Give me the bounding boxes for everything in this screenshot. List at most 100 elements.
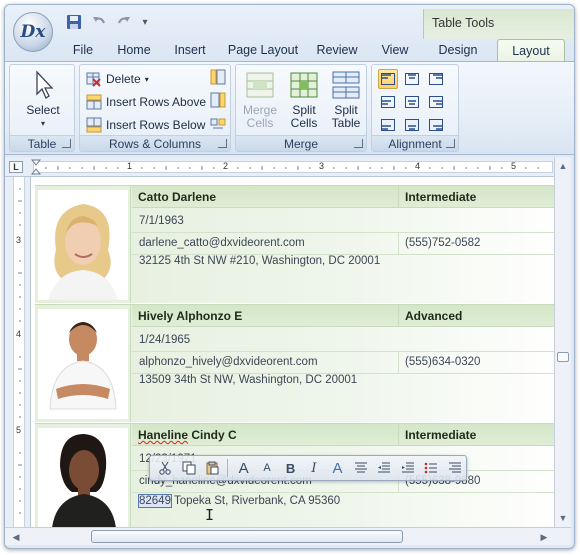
customize-qat-icon[interactable]: ▾ bbox=[138, 17, 152, 28]
merge-cells-icon bbox=[246, 72, 274, 98]
redo-icon[interactable] bbox=[113, 12, 135, 32]
font-color-icon[interactable]: A bbox=[326, 457, 348, 479]
align-middle-right-icon[interactable] bbox=[426, 92, 446, 112]
address: 32125 4th St NW #210, Washington, DC 200… bbox=[139, 255, 381, 267]
delete-button[interactable]: Delete ▾ bbox=[86, 69, 149, 89]
employee-name: Catto Darlene bbox=[138, 190, 217, 204]
app-window: Dx ▾ Table Tools File Home Insert Page L… bbox=[4, 4, 575, 549]
dialog-launcher-icon[interactable] bbox=[446, 139, 455, 148]
tab-design[interactable]: Design bbox=[429, 39, 487, 61]
scroll-up-icon[interactable]: ▲ bbox=[558, 161, 568, 171]
scroll-left-icon[interactable]: ◀ bbox=[11, 532, 21, 542]
undo-icon[interactable] bbox=[88, 12, 110, 32]
table-row: Hively Alphonzo E Advanced 1/24/1965 alp… bbox=[35, 304, 565, 422]
dialog-launcher-icon[interactable] bbox=[218, 139, 227, 148]
email: darlene_catto@dxvideorent.com bbox=[139, 237, 305, 249]
vertical-ruler[interactable]: 3 4 5 bbox=[5, 177, 31, 527]
cell-divider bbox=[398, 424, 399, 446]
mini-toolbar: A A B I A bbox=[149, 455, 467, 481]
merge-cells-button[interactable]: Merge Cells bbox=[238, 69, 282, 133]
toolbar-separator bbox=[227, 459, 229, 477]
employee-level: Advanced bbox=[405, 309, 463, 323]
delete-table-icon bbox=[86, 72, 101, 87]
paste-icon[interactable] bbox=[201, 457, 223, 479]
merge-cells-label: Merge Cells bbox=[242, 103, 277, 130]
save-icon[interactable] bbox=[63, 12, 85, 32]
address[interactable]: 82649 Topeka St, Riverbank, CA 95360 bbox=[138, 494, 341, 508]
split-cells-button[interactable]: Split Cells bbox=[282, 69, 326, 133]
row-divider bbox=[132, 232, 565, 233]
align-center-icon[interactable] bbox=[350, 457, 372, 479]
table-tools-header: Table Tools bbox=[423, 9, 574, 39]
paragraph-icon[interactable] bbox=[444, 457, 466, 479]
select-button[interactable]: Select ▾ bbox=[21, 69, 65, 133]
selected-text[interactable]: 82649 bbox=[138, 494, 172, 508]
tab-insert[interactable]: Insert bbox=[165, 39, 215, 61]
shrink-font-icon[interactable]: A bbox=[256, 457, 278, 479]
tab-stop-selector[interactable]: L bbox=[9, 161, 23, 173]
context-group-label: Table Tools bbox=[432, 16, 495, 30]
ruler-number: 5 bbox=[16, 425, 22, 435]
dropdown-arrow-icon: ▾ bbox=[40, 119, 45, 128]
tab-review[interactable]: Review bbox=[311, 39, 363, 61]
align-top-left-icon[interactable] bbox=[378, 69, 398, 89]
rows-columns-group-label: Rows & Columns bbox=[80, 135, 230, 151]
align-bottom-right-icon[interactable] bbox=[426, 115, 446, 135]
tab-layout[interactable]: Layout bbox=[497, 39, 565, 62]
insert-rows-below-button[interactable]: Insert Rows Below bbox=[86, 115, 205, 135]
copy-icon[interactable] bbox=[177, 457, 199, 479]
split-table-button[interactable]: Split Table bbox=[324, 69, 368, 133]
ruler-number: 2 bbox=[223, 161, 229, 171]
cut-icon[interactable] bbox=[154, 457, 176, 479]
horizontal-ruler[interactable]: L 1 2 3 4 5 bbox=[5, 157, 565, 177]
cell-divider bbox=[398, 305, 399, 327]
vertical-scroll-thumb[interactable] bbox=[557, 352, 569, 362]
align-top-center-icon[interactable] bbox=[402, 69, 422, 89]
horizontal-scroll-thumb[interactable] bbox=[91, 530, 403, 543]
insert-columns-left-icon[interactable] bbox=[210, 69, 226, 88]
split-table-icon bbox=[332, 71, 360, 99]
row-divider bbox=[132, 351, 565, 352]
decrease-indent-icon[interactable] bbox=[373, 457, 395, 479]
address-rest: Topeka St, Riverbank, CA 95360 bbox=[170, 495, 341, 507]
merge-group-label: Merge bbox=[236, 135, 366, 151]
align-top-right-icon[interactable] bbox=[426, 69, 446, 89]
tab-view[interactable]: View bbox=[373, 39, 417, 61]
select-label: Select bbox=[26, 103, 60, 117]
alignment-group: Alignment bbox=[371, 64, 459, 152]
dialog-launcher-icon[interactable] bbox=[62, 139, 71, 148]
insert-rows-above-button[interactable]: Insert Rows Above bbox=[86, 92, 206, 112]
increase-indent-icon[interactable] bbox=[397, 457, 419, 479]
align-middle-center-icon[interactable] bbox=[402, 92, 422, 112]
record-header: Haneline Cindy C Intermediate bbox=[132, 424, 565, 446]
misspelled-word[interactable]: Haneline bbox=[138, 428, 188, 442]
ruler-ticks bbox=[45, 166, 539, 170]
indent-marker-icon[interactable] bbox=[30, 159, 42, 178]
split-cells-label: Split Cells bbox=[290, 103, 318, 130]
ruler-number: 5 bbox=[511, 161, 517, 171]
align-bottom-left-icon[interactable] bbox=[378, 115, 398, 135]
dialog-launcher-icon[interactable] bbox=[354, 139, 363, 148]
title-bar: Dx ▾ Table Tools File Home Insert Page L… bbox=[5, 5, 574, 62]
insert-columns-right-icon[interactable] bbox=[210, 92, 226, 111]
vertical-scrollbar[interactable]: ▲ ▼ bbox=[554, 157, 571, 527]
align-middle-left-icon[interactable] bbox=[378, 92, 398, 112]
italic-icon[interactable]: I bbox=[303, 457, 325, 479]
bold-icon[interactable]: B bbox=[279, 457, 301, 479]
tab-home[interactable]: Home bbox=[109, 39, 159, 61]
insert-cells-icon[interactable] bbox=[210, 115, 226, 134]
scroll-right-icon[interactable]: ▶ bbox=[539, 532, 549, 542]
bullets-icon[interactable] bbox=[420, 457, 442, 479]
tab-page-layout[interactable]: Page Layout bbox=[221, 39, 305, 61]
employee-level: Intermediate bbox=[405, 428, 477, 442]
vertical-ruler-ticks bbox=[18, 188, 22, 514]
scroll-down-icon[interactable]: ▼ bbox=[558, 513, 568, 523]
align-bottom-center-icon[interactable] bbox=[402, 115, 422, 135]
grow-font-icon[interactable]: A bbox=[232, 457, 254, 479]
tab-file[interactable]: File bbox=[63, 39, 103, 61]
rows-columns-group: Delete ▾ Insert Rows Above Insert Rows B… bbox=[79, 64, 231, 152]
horizontal-scrollbar[interactable]: ◀ ▶ bbox=[5, 527, 571, 545]
alignment-grid bbox=[378, 69, 446, 133]
merge-group: Merge Cells Split Cells Split Table Merg… bbox=[235, 64, 367, 152]
ruler-number: 1 bbox=[127, 161, 133, 171]
